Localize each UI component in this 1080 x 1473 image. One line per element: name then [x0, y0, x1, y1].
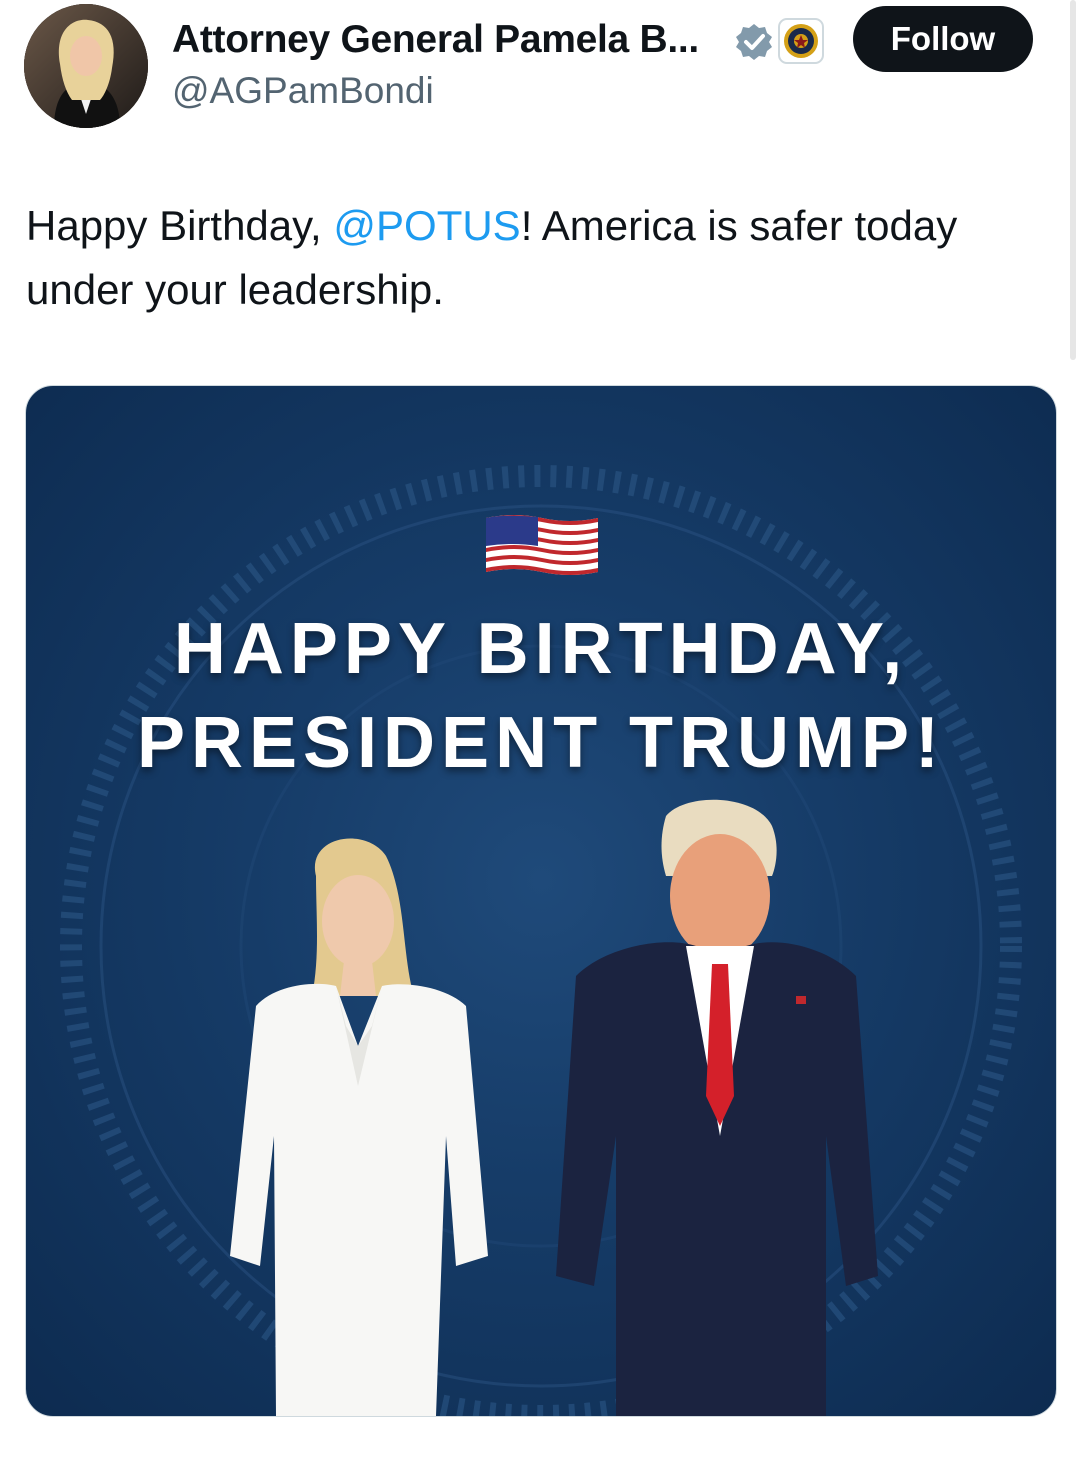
follow-button[interactable]: Follow [853, 6, 1033, 72]
author-avatar[interactable] [24, 4, 148, 128]
mention-link[interactable]: @POTUS [333, 202, 520, 249]
author-display-name[interactable]: Attorney General Pamela B... [172, 18, 699, 62]
us-flag-icon [486, 515, 598, 575]
verified-badge-icon [736, 24, 772, 60]
tweet-header: Attorney General Pamela B... @AGPamBondi… [0, 0, 1080, 140]
media-headline-line1: HAPPY BIRTHDAY, [173, 609, 909, 689]
media-headline-line2: PRESIDENT TRUMP! [136, 703, 946, 783]
author-handle[interactable]: @AGPamBondi [172, 70, 434, 112]
woman-figure [230, 838, 488, 1416]
tweet-text: Happy Birthday, @POTUS! America is safer… [26, 194, 1026, 322]
tweet-image[interactable]: HAPPY BIRTHDAY, PRESIDENT TRUMP! [25, 385, 1057, 1417]
scrollbar[interactable] [1070, 0, 1076, 360]
man-figure [556, 799, 878, 1416]
tweet-text-part: Happy Birthday, [26, 202, 334, 249]
doj-seal-icon[interactable] [778, 18, 824, 64]
